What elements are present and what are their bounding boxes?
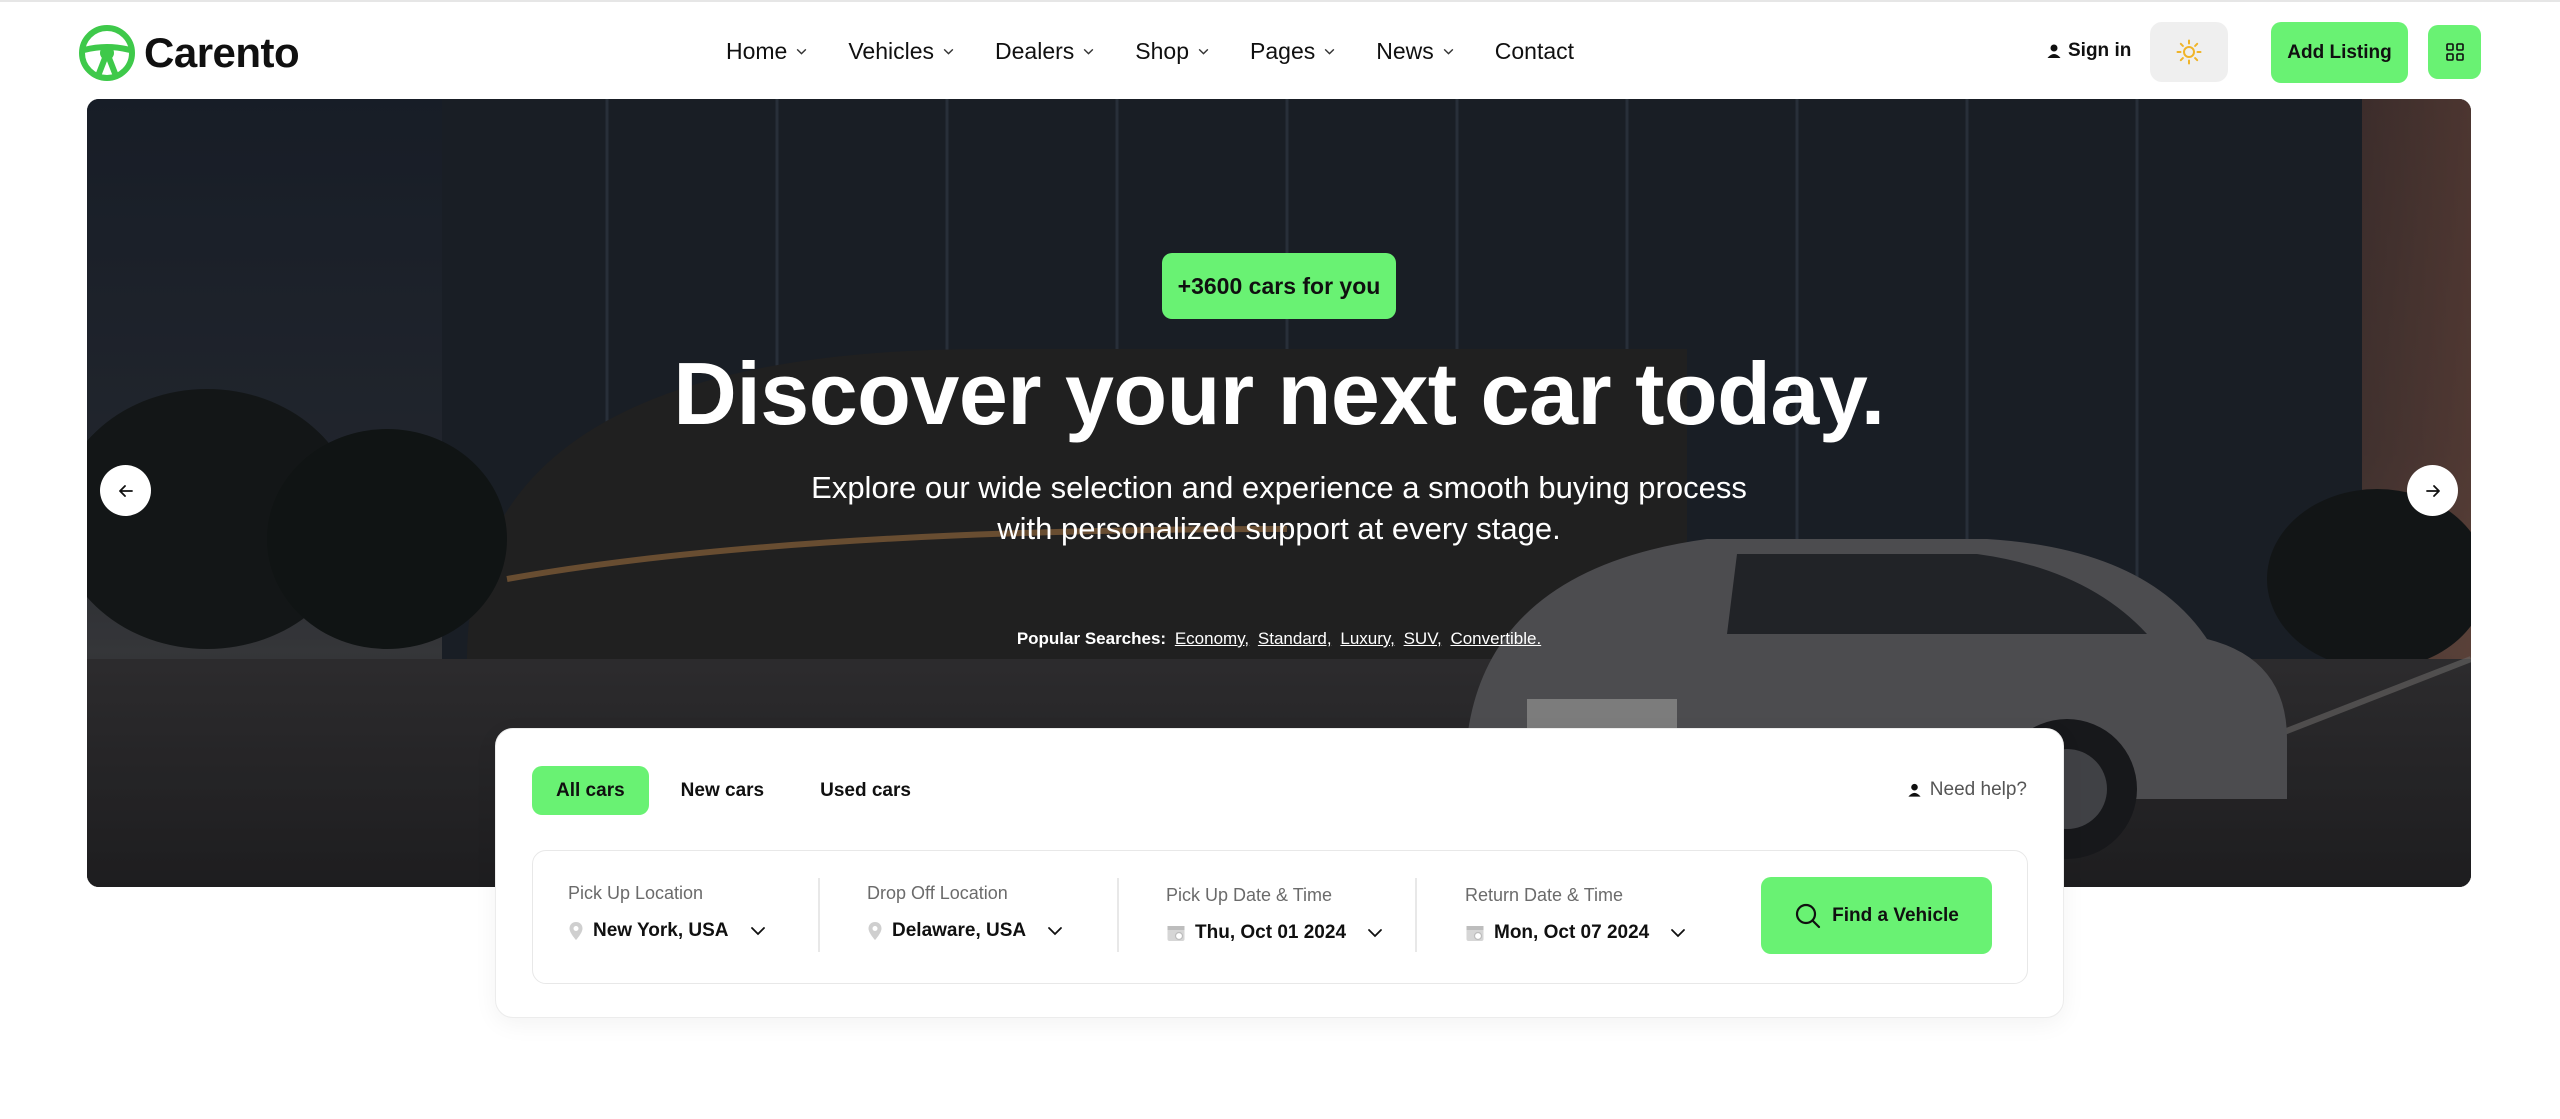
field-value: Thu, Oct 01 2024	[1195, 922, 1347, 943]
slider-next-button[interactable]	[2407, 465, 2458, 516]
field-divider	[818, 878, 820, 952]
arrow-left-icon	[118, 484, 133, 497]
return-datetime-field[interactable]: Return Date & Time Mon, Oct 07 2024	[1465, 885, 1687, 944]
tab-used-cars[interactable]: Used cars	[796, 766, 935, 815]
popular-link-economy[interactable]: Economy,	[1175, 629, 1249, 648]
hero-subtitle-line: with personalized support at every stage…	[997, 511, 1561, 546]
calendar-icon	[1167, 926, 1185, 941]
search-icon	[1796, 903, 1821, 928]
tab-all-cars[interactable]: All cars	[532, 766, 649, 815]
nav-news[interactable]: News	[1376, 38, 1455, 65]
chevron-down-icon	[1048, 927, 1063, 936]
sun-icon	[2176, 39, 2202, 65]
chevron-down-icon	[797, 48, 807, 55]
field-divider	[1117, 878, 1119, 952]
search-form: Pick Up Location New York, USA Drop Off …	[532, 850, 2028, 984]
cars-count-badge: +3600 cars for you	[1162, 253, 1396, 319]
grid-icon	[2445, 43, 2464, 61]
nav-dealers[interactable]: Dealers	[995, 38, 1095, 65]
popular-searches: Popular Searches: Economy, Standard, Lux…	[87, 629, 2471, 649]
nav-label: Home	[726, 38, 788, 64]
popular-link-convertible[interactable]: Convertible.	[1450, 629, 1541, 648]
pickup-datetime-field[interactable]: Pick Up Date & Time Thu, Oct 01 2024	[1166, 885, 1384, 944]
need-help-link[interactable]: Need help?	[1907, 779, 2027, 801]
nav-vehicles[interactable]: Vehicles	[848, 38, 955, 65]
field-value: Mon, Oct 07 2024	[1494, 922, 1650, 943]
nav-label: Pages	[1250, 38, 1316, 64]
nav-contact[interactable]: Contact	[1495, 38, 1574, 65]
chevron-down-icon	[1368, 929, 1382, 938]
user-icon	[2047, 44, 2061, 58]
find-vehicle-label: Find a Vehicle	[1832, 904, 1959, 926]
map-pin-icon	[569, 922, 583, 940]
field-divider	[1415, 878, 1417, 952]
nav-label: Dealers	[995, 38, 1075, 64]
calendar-icon	[1466, 926, 1484, 941]
popular-link-standard[interactable]: Standard,	[1258, 629, 1332, 648]
tab-new-cars[interactable]: New cars	[657, 766, 788, 815]
find-vehicle-button[interactable]: Find a Vehicle	[1761, 877, 1992, 954]
chevron-down-icon	[1443, 48, 1454, 55]
popular-link-suv[interactable]: SUV,	[1404, 629, 1442, 648]
popular-link-luxury[interactable]: Luxury,	[1340, 629, 1395, 648]
chevron-down-icon	[1198, 48, 1209, 55]
chevron-down-icon	[1083, 48, 1094, 55]
need-help-label: Need help?	[1929, 779, 2027, 800]
nav-home[interactable]: Home	[726, 38, 808, 65]
car-type-tabs: All cars New cars Used cars	[532, 766, 943, 815]
field-label: Pick Up Location	[568, 883, 704, 903]
hero-subtitle: Explore our wide selection and experienc…	[87, 467, 2471, 549]
arrow-right-icon	[2425, 484, 2440, 497]
nav-label: Shop	[1135, 38, 1190, 64]
brand-logo[interactable]: Carento	[78, 24, 300, 82]
nav-shop[interactable]: Shop	[1135, 38, 1210, 65]
field-label: Return Date & Time	[1465, 885, 1624, 905]
steering-wheel-icon	[79, 25, 135, 81]
site-header: Carento Home Vehicles Dealers Shop Pages…	[0, 0, 2560, 100]
dropoff-location-field[interactable]: Drop Off Location Delaware, USA	[867, 883, 1064, 942]
popular-searches-label: Popular Searches:	[1016, 629, 1167, 648]
map-pin-icon	[868, 922, 882, 940]
nav-label: News	[1376, 38, 1434, 64]
field-label: Drop Off Location	[867, 883, 1008, 903]
main-nav: Home Vehicles Dealers Shop Pages News Co…	[726, 38, 1574, 65]
theme-toggle-button[interactable]	[2150, 22, 2228, 82]
slider-prev-button[interactable]	[100, 465, 151, 516]
sign-in-label: Sign in	[2068, 40, 2132, 61]
user-icon	[1908, 783, 1921, 797]
pickup-location-field[interactable]: Pick Up Location New York, USA	[568, 883, 767, 942]
brand-name: Carento	[144, 29, 300, 76]
chevron-down-icon	[1671, 929, 1686, 938]
nav-label: Vehicles	[848, 38, 935, 64]
chevron-down-icon	[750, 927, 765, 936]
add-listing-button[interactable]: Add Listing	[2271, 22, 2408, 83]
field-value: New York, USA	[593, 920, 729, 941]
field-value: Delaware, USA	[892, 920, 1027, 941]
hero-subtitle-line: Explore our wide selection and experienc…	[811, 470, 1747, 505]
nav-label: Contact	[1494, 38, 1575, 64]
hero-title: Discover your next car today.	[673, 344, 1885, 443]
chevron-down-icon	[943, 48, 954, 55]
chevron-down-icon	[1324, 48, 1335, 55]
vehicle-search-card: All cars New cars Used cars Need help? P…	[495, 728, 2064, 1018]
field-label: Pick Up Date & Time	[1166, 885, 1333, 905]
sign-in-link[interactable]: Sign in	[2046, 40, 2131, 62]
menu-grid-button[interactable]	[2428, 25, 2481, 79]
nav-pages[interactable]: Pages	[1250, 38, 1336, 65]
